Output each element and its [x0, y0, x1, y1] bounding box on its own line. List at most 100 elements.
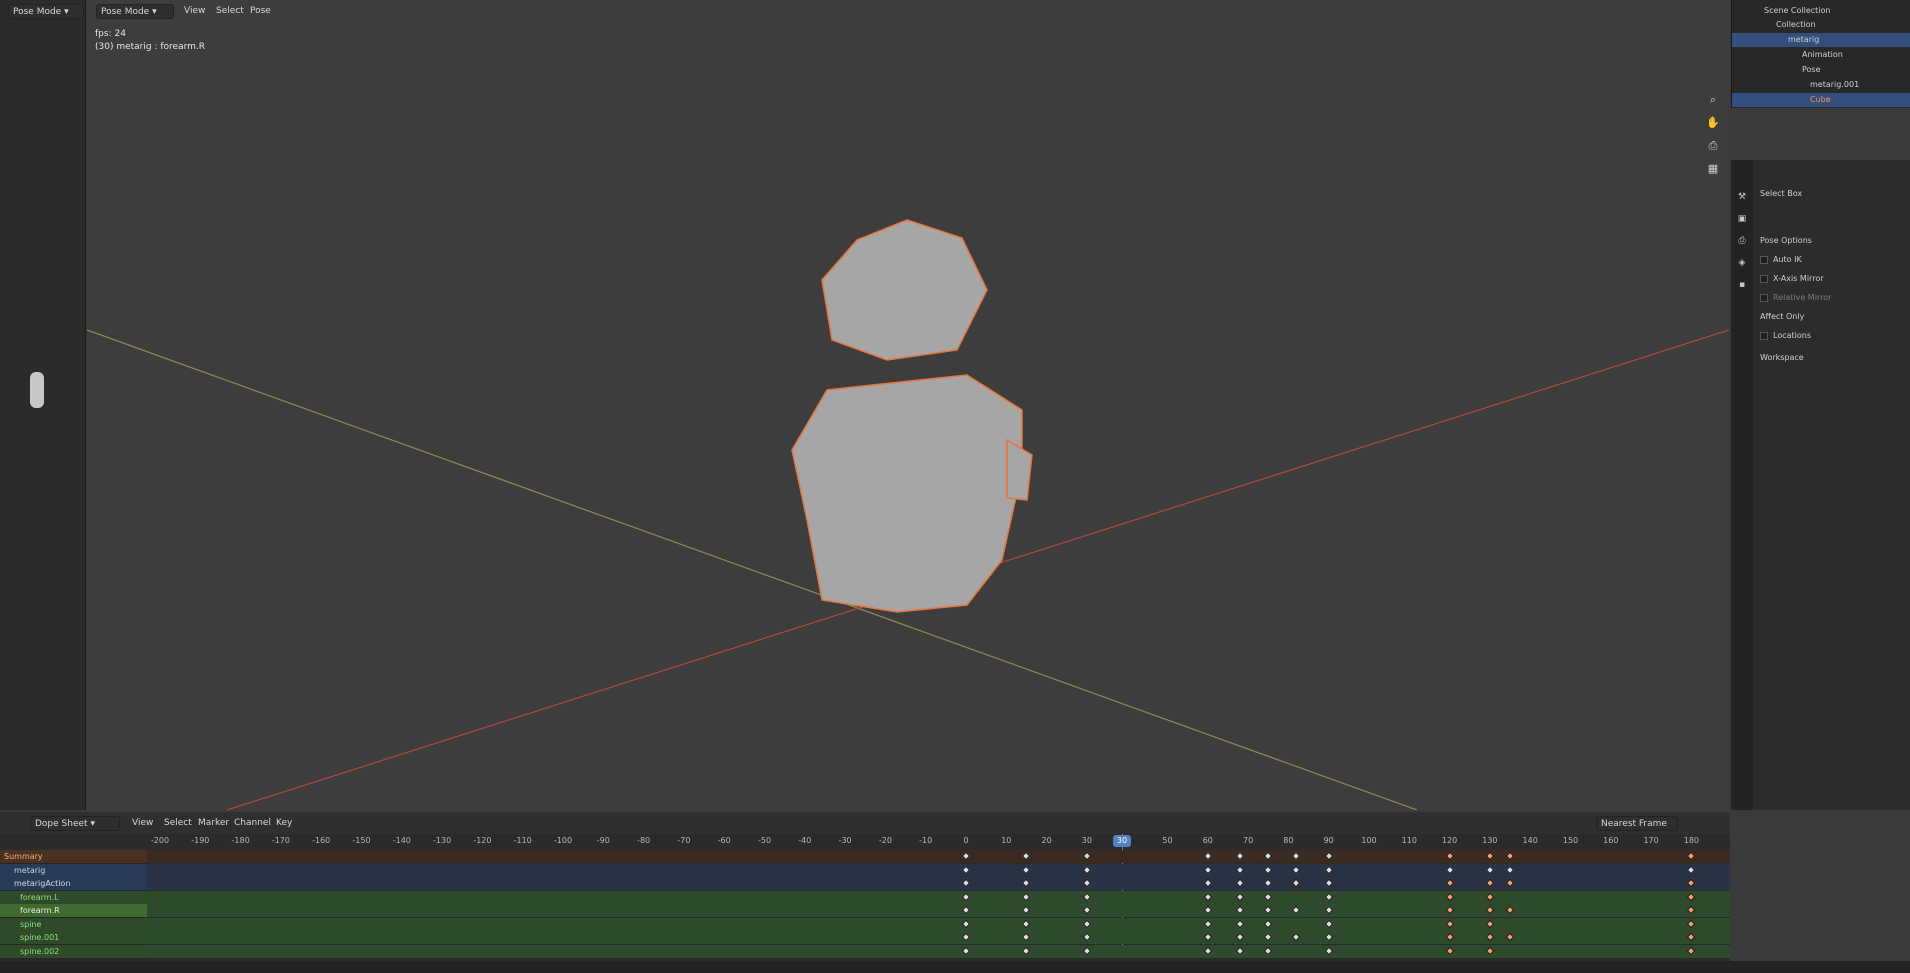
outliner-row[interactable]: Pose [1732, 63, 1910, 77]
keyframe[interactable] [1082, 946, 1092, 955]
keyframe[interactable] [1485, 851, 1495, 861]
keyframe[interactable] [961, 878, 971, 888]
keyframe[interactable] [1445, 932, 1454, 942]
keyframe[interactable] [1235, 851, 1245, 861]
keyframe[interactable] [1292, 905, 1301, 915]
keyframe[interactable] [1235, 905, 1245, 915]
keyframe[interactable] [1082, 932, 1092, 942]
keyframe[interactable] [1445, 919, 1454, 928]
channel-row[interactable]: forearm.R [0, 904, 147, 917]
keyframe[interactable] [1022, 905, 1031, 915]
keyframe[interactable] [1022, 878, 1031, 888]
keyframe[interactable] [1485, 865, 1495, 874]
keyframe[interactable] [1485, 892, 1495, 901]
keyframe[interactable] [1292, 865, 1301, 874]
keyframe[interactable] [1203, 878, 1213, 888]
keyframe[interactable] [1235, 946, 1245, 955]
menu-pose[interactable]: Pose [246, 4, 275, 19]
keyframe[interactable] [1687, 946, 1696, 955]
menu-marker[interactable]: Marker [194, 816, 233, 831]
opt-rel-mirror[interactable]: Relative Mirror [1760, 291, 1831, 305]
keyframe[interactable] [961, 851, 971, 861]
keyframe[interactable] [1445, 892, 1454, 901]
outliner-row[interactable]: metarig [1732, 33, 1910, 47]
pose-options-header[interactable]: Pose Options [1760, 234, 1812, 248]
keyframe[interactable] [1485, 905, 1495, 915]
current-frame[interactable]: 30 [1113, 835, 1131, 847]
keyframe[interactable] [1324, 932, 1333, 942]
channel-row[interactable]: spine.002 [0, 944, 147, 958]
keyframe[interactable] [1505, 851, 1515, 861]
keyframe[interactable] [1687, 905, 1696, 915]
mode-dropdown-2[interactable]: Pose Mode ▾ [96, 4, 174, 19]
keyframe[interactable] [1505, 878, 1515, 888]
frame-ruler[interactable]: -200 -190 -180 -170 -160 -150 -140 -130 -120 -110… [0, 834, 1730, 850]
keyframe[interactable] [1022, 946, 1031, 955]
keyframe[interactable] [1264, 919, 1273, 928]
outliner-row[interactable]: Animation [1732, 48, 1910, 62]
keyframe[interactable] [1082, 865, 1092, 874]
keyframe[interactable] [1687, 878, 1696, 888]
menu-key[interactable]: Key [272, 816, 296, 831]
keyframe[interactable] [1687, 932, 1696, 942]
keyframe[interactable] [1324, 946, 1333, 955]
outliner-row[interactable]: metarig.001 [1732, 78, 1910, 92]
keyframe[interactable] [1203, 851, 1213, 861]
keyframe[interactable] [1235, 878, 1245, 888]
keyframe[interactable] [1505, 865, 1515, 874]
keyframe[interactable] [1485, 946, 1495, 955]
keyframe[interactable] [1445, 946, 1454, 955]
keyframe[interactable] [1082, 851, 1092, 861]
keyframe[interactable] [1687, 919, 1696, 928]
keyframe[interactable] [1292, 851, 1301, 861]
keyframe[interactable] [1687, 851, 1696, 861]
keyframe[interactable] [1485, 932, 1495, 942]
keyframe[interactable] [1082, 892, 1092, 901]
keyframe[interactable] [1022, 851, 1031, 861]
keyframe[interactable] [961, 905, 971, 915]
outliner-row[interactable]: Cube [1732, 93, 1910, 107]
keyframe[interactable] [1264, 865, 1273, 874]
keyframe[interactable] [1264, 932, 1273, 942]
camera-icon[interactable]: ⎙ [1705, 138, 1721, 154]
scene-collection[interactable]: Scene Collection [1732, 4, 1910, 18]
keyframe[interactable] [1082, 905, 1092, 915]
keyframe[interactable] [1324, 878, 1333, 888]
output-tab-icon[interactable]: ⎙ [1735, 234, 1749, 248]
keyframe[interactable] [1264, 851, 1273, 861]
keyframe[interactable] [1324, 865, 1333, 874]
keyframe[interactable] [1292, 878, 1301, 888]
keyframe[interactable] [1264, 892, 1273, 901]
tool-tab-icon[interactable]: ⚒ [1735, 190, 1749, 204]
menu-channel[interactable]: Channel [230, 816, 275, 831]
keyframe[interactable] [1203, 919, 1213, 928]
keyframe[interactable] [961, 932, 971, 942]
menu-view[interactable]: View [180, 4, 209, 19]
keyframe[interactable] [1203, 946, 1213, 955]
keyframe[interactable] [1687, 892, 1696, 901]
opt-x-mirror[interactable]: X-Axis Mirror [1760, 272, 1824, 286]
keyframe[interactable] [961, 919, 971, 928]
keyframe[interactable] [1203, 865, 1213, 874]
keyframe[interactable] [1292, 932, 1301, 942]
keyframe[interactable] [1324, 851, 1333, 861]
keyframe[interactable] [1203, 905, 1213, 915]
keyframe[interactable] [961, 946, 971, 955]
workspace-header[interactable]: Workspace [1760, 351, 1804, 365]
keyframe[interactable] [1445, 851, 1454, 861]
keyframe[interactable] [1022, 919, 1031, 928]
3d-viewport[interactable] [87, 0, 1729, 810]
keyframe[interactable] [1022, 892, 1031, 901]
channel-row[interactable]: Summary [0, 850, 147, 863]
snap-dropdown[interactable]: Nearest Frame ▾ [1596, 816, 1678, 844]
pan-icon[interactable]: ✋ [1705, 115, 1721, 131]
menu-select[interactable]: Select [212, 4, 248, 19]
scene-tab-icon[interactable]: ◈ [1735, 256, 1749, 270]
zoom-icon[interactable]: ⌕ [1705, 92, 1721, 108]
channel-row[interactable]: spine.001 [0, 931, 147, 944]
keyframe[interactable] [1203, 892, 1213, 901]
keyframe[interactable] [1264, 905, 1273, 915]
menu-view[interactable]: View [128, 816, 157, 831]
keyframe[interactable] [1235, 865, 1245, 874]
keyframe[interactable] [1445, 865, 1454, 874]
